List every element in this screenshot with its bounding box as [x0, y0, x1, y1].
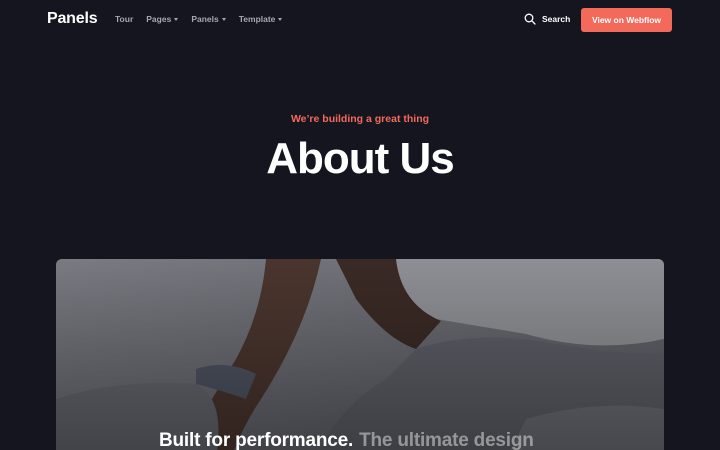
caret-down-icon — [221, 18, 226, 21]
caret-down-icon — [278, 18, 283, 21]
hero-eyebrow: We’re building a great thing — [290, 113, 430, 125]
page: Panels Tour Pages Panels Template Search… — [0, 0, 720, 450]
caption-strong: Built for performance. — [159, 430, 354, 450]
search-button[interactable]: Search — [524, 13, 570, 25]
caption-muted: The ultimate design — [359, 430, 534, 450]
search-label: Search — [542, 14, 571, 24]
nav-link-label: Panels — [191, 14, 219, 24]
nav-link-pages[interactable]: Pages — [146, 14, 179, 24]
navbar: Panels Tour Pages Panels Template Search… — [0, 0, 720, 40]
nav-links: Tour Pages Panels Template — [115, 14, 283, 24]
nav-link-label: Pages — [146, 14, 172, 24]
page-title: About Us — [266, 134, 455, 183]
nav-link-label: Tour — [115, 14, 134, 24]
nav-link-template[interactable]: Template — [239, 14, 283, 24]
view-on-webflow-button[interactable]: View on Webflow — [581, 8, 672, 32]
logo[interactable]: Panels — [47, 10, 98, 28]
nav-link-tour[interactable]: Tour — [115, 14, 133, 24]
nav-link-panels[interactable]: Panels — [191, 14, 226, 24]
search-icon — [524, 13, 536, 25]
caret-down-icon — [174, 18, 179, 21]
nav-link-label: Template — [238, 14, 276, 24]
hero-image — [56, 259, 664, 450]
hero-image-caption: Built for performance. The ultimate desig… — [159, 430, 534, 450]
